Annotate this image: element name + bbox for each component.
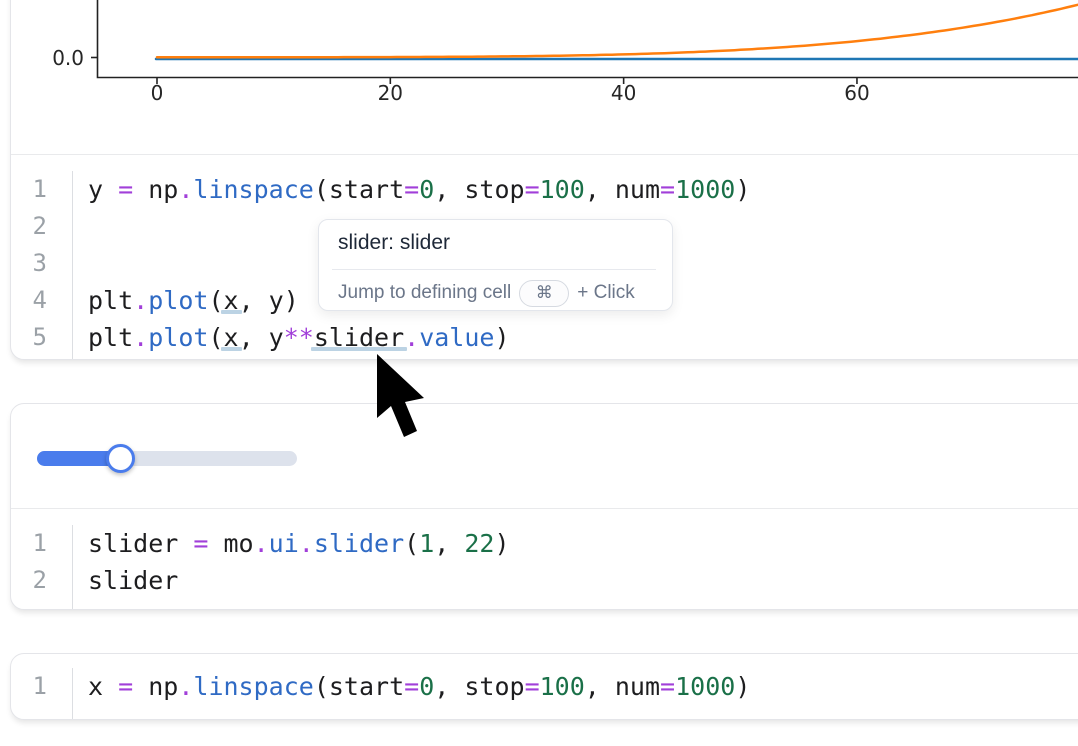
code-token: =: [193, 529, 208, 558]
cell-slider-editor[interactable]: 12 slider = mo.ui.slider(1, 22)slider: [11, 508, 1078, 609]
code-token: (start: [314, 672, 404, 701]
code-token: , stop: [434, 672, 524, 701]
code-line[interactable]: slider = mo.ui.slider(1, 22): [88, 525, 510, 562]
code-token: linspace: [193, 175, 313, 204]
line-number: 2: [11, 208, 47, 245]
cell-x-editor[interactable]: 1 x = np.linspace(start=0, stop=100, num…: [11, 654, 1078, 719]
code-token: x: [224, 286, 239, 315]
tooltip-action-row: Jump to defining cell ⌘ + Click: [338, 277, 635, 309]
code-token: plt: [88, 323, 133, 352]
code-line[interactable]: y = np.linspace(start=0, stop=100, num=1…: [88, 171, 750, 208]
code-line[interactable]: plt.plot(x, y**slider.value): [88, 319, 750, 356]
code-token: 1000: [675, 672, 735, 701]
code-token: value: [419, 323, 494, 352]
code-token: np: [133, 175, 178, 204]
code-token: 100: [540, 175, 585, 204]
code-token: (start: [314, 175, 404, 204]
code-token: .: [178, 672, 193, 701]
code-token: plot: [148, 323, 208, 352]
line-number: 4: [11, 282, 47, 319]
code-token: 0: [419, 672, 434, 701]
code-token: **: [284, 323, 314, 352]
tooltip-action-label: Jump to defining cell: [338, 282, 511, 304]
code-token: , stop: [434, 175, 524, 204]
variable-tooltip: slider: slider Jump to defining cell ⌘ +…: [318, 219, 673, 311]
code-lines[interactable]: slider = mo.ui.slider(1, 22)slider: [73, 525, 510, 609]
code-token: plot: [148, 286, 208, 315]
y-tick-label: 0.0: [52, 46, 84, 70]
code-token: ): [494, 323, 509, 352]
slider-widget: [11, 404, 1078, 508]
code-token: x: [88, 672, 118, 701]
tooltip-title: slider: slider: [338, 231, 450, 255]
code-token: 1: [419, 529, 434, 558]
code-token: ): [735, 672, 750, 701]
code-token: =: [404, 672, 419, 701]
code-token: ,: [434, 529, 464, 558]
code-token: (: [404, 529, 419, 558]
code-token: , num: [585, 175, 660, 204]
command-key-icon: ⌘: [519, 280, 569, 307]
code-token: .: [133, 286, 148, 315]
line-numbers: 12: [11, 525, 73, 609]
code-token: .: [178, 175, 193, 204]
code-token: slider: [314, 323, 404, 352]
code-token: .: [133, 323, 148, 352]
x-tick-label: 0: [151, 81, 164, 105]
code-token: , num: [585, 672, 660, 701]
matplotlib-line-chart: 0 20 40 60 0.0: [0, 0, 1078, 112]
cell-x: 1 x = np.linspace(start=0, stop=100, num…: [10, 653, 1078, 720]
code-token: =: [660, 672, 675, 701]
line-numbers: 12345: [11, 171, 73, 359]
tooltip-click-label: + Click: [577, 282, 635, 304]
code-token: slider: [88, 529, 193, 558]
code-token: 100: [540, 672, 585, 701]
code-token: x: [224, 323, 239, 352]
x-tick-label: 40: [611, 81, 636, 105]
line-number: 1: [11, 171, 47, 208]
code-token: slider: [314, 529, 404, 558]
code-token: ): [735, 175, 750, 204]
code-token: =: [118, 672, 133, 701]
code-token: 1000: [675, 175, 735, 204]
code-token: =: [404, 175, 419, 204]
code-token: mo: [208, 529, 253, 558]
code-token: , y): [239, 286, 299, 315]
code-token: np: [133, 672, 178, 701]
code-token: ): [494, 529, 509, 558]
line-number: 1: [11, 525, 47, 562]
code-token: .: [299, 529, 314, 558]
code-lines[interactable]: x = np.linspace(start=0, stop=100, num=1…: [73, 668, 750, 719]
line-number: 1: [11, 668, 47, 705]
code-token: slider: [88, 566, 178, 595]
code-token: 22: [464, 529, 494, 558]
code-token: y: [88, 175, 118, 204]
tooltip-divider: [332, 269, 656, 270]
line-number: 2: [11, 562, 47, 599]
code-token: =: [525, 672, 540, 701]
line-number: 5: [11, 319, 47, 356]
line-number: 3: [11, 245, 47, 282]
code-token: =: [660, 175, 675, 204]
line-numbers: 1: [11, 668, 73, 719]
code-token: 0: [419, 175, 434, 204]
code-token: ui: [269, 529, 299, 558]
code-token: plt: [88, 286, 133, 315]
slider-thumb[interactable]: [106, 444, 135, 473]
code-token: =: [525, 175, 540, 204]
code-token: , y: [239, 323, 284, 352]
cell-slider: 12 slider = mo.ui.slider(1, 22)slider: [10, 403, 1078, 610]
x-tick-label: 20: [378, 81, 403, 105]
code-token: linspace: [193, 672, 313, 701]
code-line[interactable]: x = np.linspace(start=0, stop=100, num=1…: [88, 668, 750, 705]
mouse-cursor-icon: [374, 352, 430, 444]
x-tick-label: 60: [844, 81, 869, 105]
code-line[interactable]: slider: [88, 562, 510, 599]
code-token: =: [118, 175, 133, 204]
code-token: .: [254, 529, 269, 558]
